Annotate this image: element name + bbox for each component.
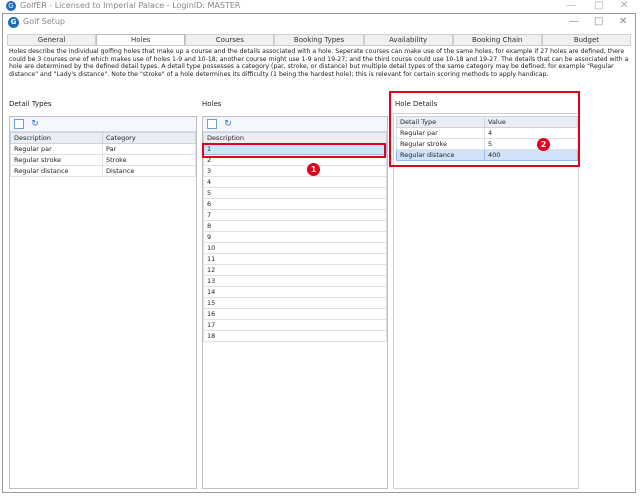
new-document-icon[interactable] xyxy=(207,119,217,129)
detail-types-table: Description Category Regular par Par Reg… xyxy=(10,132,196,177)
golf-setup-window: G Golf Setup — □ ✕ General Holes Courses… xyxy=(2,13,636,493)
detail-types-panel: ↻ Description Category Regular par Par R… xyxy=(9,116,197,489)
cell-hole-number: 9 xyxy=(203,231,387,243)
highlight-box-hole-details xyxy=(389,91,580,167)
table-row[interactable]: 16 xyxy=(203,308,387,320)
table-row[interactable]: 17 xyxy=(203,319,387,331)
table-row[interactable]: Regular stroke Stroke xyxy=(10,154,196,166)
cell-category: Distance xyxy=(102,165,196,177)
outer-close-button[interactable]: ✕ xyxy=(620,0,628,11)
table-row[interactable]: 3 xyxy=(203,165,387,177)
detail-types-label: Detail Types xyxy=(9,100,52,108)
new-document-icon[interactable] xyxy=(14,119,24,129)
cell-description: Regular stroke xyxy=(10,154,103,166)
table-row[interactable]: 15 xyxy=(203,297,387,309)
tab-courses[interactable]: Courses xyxy=(185,34,275,45)
table-row[interactable]: 13 xyxy=(203,275,387,287)
cell-hole-number: 16 xyxy=(203,308,387,320)
table-row[interactable]: Regular par Par xyxy=(10,143,196,155)
annotation-badge-2: 2 xyxy=(537,138,550,151)
highlight-box-holes xyxy=(202,143,386,158)
tab-general[interactable]: General xyxy=(7,34,97,45)
outer-maximize-button[interactable]: □ xyxy=(594,0,603,11)
tab-booking-types[interactable]: Booking Types xyxy=(274,34,364,45)
cell-category: Stroke xyxy=(102,154,196,166)
window-title-bar: G Golf Setup — □ ✕ xyxy=(3,14,635,32)
tab-bar: General Holes Courses Booking Types Avai… xyxy=(7,34,631,46)
cell-hole-number: 10 xyxy=(203,242,387,254)
window-logo-icon: G xyxy=(8,17,19,28)
cell-hole-number: 3 xyxy=(203,165,387,177)
close-button[interactable]: ✕ xyxy=(619,16,627,27)
detail-types-toolbar: ↻ xyxy=(10,117,196,132)
cell-hole-number: 8 xyxy=(203,220,387,232)
holes-toolbar: ↻ xyxy=(203,117,387,132)
outer-title-bar: G GolfER - Licensed to Imperial Palace -… xyxy=(0,0,640,14)
refresh-icon[interactable]: ↻ xyxy=(30,119,40,129)
cell-hole-number: 13 xyxy=(203,275,387,287)
tab-holes[interactable]: Holes xyxy=(96,34,186,45)
cell-hole-number: 15 xyxy=(203,297,387,309)
holes-table: Description 1 2 3 4 5 6 7 8 9 10 11 12 13 14 15 16 17 18 xyxy=(203,132,387,342)
cell-hole-number: 14 xyxy=(203,286,387,298)
table-row[interactable]: 8 xyxy=(203,220,387,232)
annotation-badge-1: 1 xyxy=(307,163,320,176)
cell-hole-number: 6 xyxy=(203,198,387,210)
table-row[interactable]: 10 xyxy=(203,242,387,254)
minimize-button[interactable]: — xyxy=(569,16,579,27)
maximize-button[interactable]: □ xyxy=(594,16,603,27)
column-header-description[interactable]: Description xyxy=(10,132,103,144)
column-header-category[interactable]: Category xyxy=(102,132,196,144)
tab-budget[interactable]: Budget xyxy=(541,34,631,45)
table-row[interactable]: 4 xyxy=(203,176,387,188)
hole-details-panel: Detail Type Value Regular par 4 Regular … xyxy=(393,113,579,489)
cell-hole-number: 11 xyxy=(203,253,387,265)
cell-hole-number: 18 xyxy=(203,330,387,342)
outer-window-title: GolfER - Licensed to Imperial Palace - L… xyxy=(20,1,241,10)
cell-description: Regular par xyxy=(10,143,103,155)
refresh-icon[interactable]: ↻ xyxy=(223,119,233,129)
window-title: Golf Setup xyxy=(23,17,65,26)
tab-booking-chain[interactable]: Booking Chain xyxy=(452,34,542,45)
cell-hole-number: 5 xyxy=(203,187,387,199)
outer-minimize-button[interactable]: — xyxy=(566,0,576,11)
table-row[interactable]: 11 xyxy=(203,253,387,265)
app-logo-icon: G xyxy=(6,1,16,11)
table-row[interactable]: Regular distance Distance xyxy=(10,165,196,177)
table-row[interactable]: 6 xyxy=(203,198,387,210)
holes-label: Holes xyxy=(202,100,222,108)
holes-description: Holes describe the individual golfing ho… xyxy=(9,48,629,78)
table-row[interactable]: 5 xyxy=(203,187,387,199)
cell-hole-number: 12 xyxy=(203,264,387,276)
table-row[interactable]: 7 xyxy=(203,209,387,221)
cell-description: Regular distance xyxy=(10,165,103,177)
table-row[interactable]: 14 xyxy=(203,286,387,298)
holes-panel: ↻ Description 1 2 3 4 5 6 7 8 9 10 11 12 13 14 15 16 17 1… xyxy=(202,116,388,489)
table-row[interactable]: 18 xyxy=(203,330,387,342)
cell-hole-number: 17 xyxy=(203,319,387,331)
column-header-description[interactable]: Description xyxy=(203,132,387,144)
tab-availability[interactable]: Availability xyxy=(363,34,453,45)
cell-category: Par xyxy=(102,143,196,155)
table-row[interactable]: 12 xyxy=(203,264,387,276)
cell-hole-number: 4 xyxy=(203,176,387,188)
table-row[interactable]: 9 xyxy=(203,231,387,243)
cell-hole-number: 7 xyxy=(203,209,387,221)
